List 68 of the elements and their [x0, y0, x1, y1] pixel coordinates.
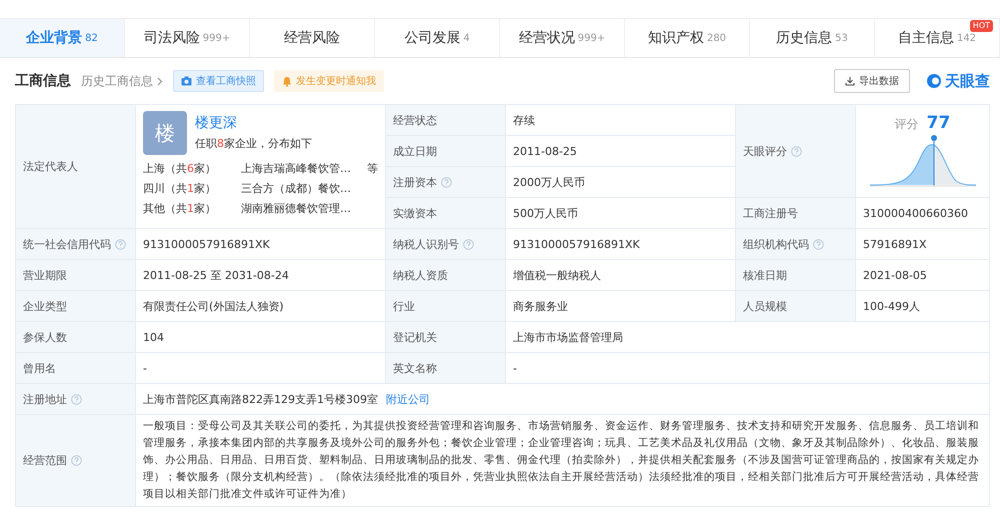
- field-label: 行业: [386, 291, 506, 322]
- field-label: 纳税人识别号: [386, 229, 506, 260]
- field-label: 曾用名: [16, 353, 136, 384]
- field-label: 纳税人资质: [386, 260, 506, 291]
- camera-icon: [181, 76, 192, 86]
- field-label: 参保人数: [16, 322, 136, 353]
- export-button[interactable]: 导出数据: [834, 69, 910, 93]
- tab[interactable]: 司法风险 999+: [125, 19, 250, 57]
- company-link[interactable]: 三合方（成都）餐饮…: [241, 179, 378, 199]
- help-icon[interactable]: [441, 176, 452, 188]
- field-label: 经营状态: [386, 105, 506, 136]
- help-icon[interactable]: [115, 238, 126, 250]
- company-link[interactable]: 湖南雅丽德餐饮管理…: [241, 199, 378, 219]
- tab[interactable]: 历史信息 53: [750, 19, 875, 57]
- field-label: 注册地址: [16, 384, 136, 415]
- help-icon[interactable]: [813, 238, 824, 250]
- help-icon[interactable]: [71, 455, 82, 466]
- field-value: 上海市市场监督管理局: [506, 322, 990, 353]
- field-label: 天眼评分: [736, 105, 856, 198]
- field-value: 上海市普陀区真南路822弄129支弄1号楼309室: [143, 392, 378, 406]
- download-icon: [845, 76, 855, 86]
- avatar: 楼: [143, 111, 187, 155]
- chevron-right-icon: [157, 76, 163, 86]
- hot-badge: HOT: [970, 20, 993, 32]
- field-label: 统一社会信用代码: [16, 229, 136, 260]
- field-label: 企业类型: [16, 291, 136, 322]
- field-value: 57916891X: [856, 229, 990, 260]
- tab[interactable]: 经营风险: [250, 19, 375, 57]
- help-icon[interactable]: [463, 238, 474, 250]
- field-label: 登记机关: [386, 322, 506, 353]
- help-icon[interactable]: [71, 394, 82, 404]
- tab[interactable]: 自主信息 142 HOT: [875, 19, 1000, 57]
- field-label: 法定代表人: [16, 105, 136, 229]
- field-value: 一般项目：受母公司及其关联公司的委托，为其提供投资经营管理和咨询服务、市场营销服务、资金运作、财务管理服务、技术支持和研究开发服务、信息服务、员工培训和管理服务，承接本集团内部的共享服务及境外公司的服务外包；餐饮企业管理；企业管理咨询；玩具、工艺美术品及礼仪用品（文物、象牙及其制品除外）、化妆品、服装服饰、办公用品、日用品、日用百货、塑料制品、日用玻璃制品的批发、零售、佣金代理（拍卖除外），并提供相关配套服务（不涉及国营可证管理商品的，按国家有关规定办理）；餐饮服务（限分支机构经营）。（除依法须经批准的项目外，凭营业执照依法自主开展经营活动）法须经批准的项目，经相关部门批准后方可开展经营活动，具体经营项目以相关部门批准文件或许可证件为准）: [136, 415, 990, 507]
- field-label: 营业期限: [16, 260, 136, 291]
- region-count: 上海（共6家）: [143, 161, 217, 177]
- company-link[interactable]: 上海吉瑞高峰餐饮管…: [241, 159, 361, 179]
- score-caption: 评分: [894, 116, 919, 133]
- field-label: 核准日期: [736, 260, 856, 291]
- field-label: 成立日期: [386, 136, 506, 167]
- nearby-link[interactable]: 附近公司: [386, 392, 430, 406]
- summary-text: 任职8家企业，分布如下: [195, 136, 312, 151]
- field-label: 工商注册号: [736, 198, 856, 229]
- help-icon[interactable]: [791, 146, 802, 156]
- field-label: 经营范围: [16, 415, 136, 507]
- field-label: 英文名称: [386, 353, 506, 384]
- brand-logo: 天眼查: [926, 72, 990, 90]
- tab[interactable]: 知识产权 280: [625, 19, 750, 57]
- tab[interactable]: 经营状况 999+: [500, 19, 625, 57]
- region-count: 其他（共1家）: [143, 201, 217, 217]
- bell-icon: [282, 76, 292, 86]
- field-value: -: [136, 353, 386, 384]
- more-text: 等: [367, 161, 378, 177]
- tab[interactable]: 企业背景 82: [0, 19, 125, 57]
- region-count: 四川（共1家）: [143, 181, 217, 197]
- field-label: 组织机构代码: [736, 229, 856, 260]
- person-link[interactable]: 楼更深: [195, 114, 312, 132]
- field-label: 实缴资本: [386, 198, 506, 229]
- field-label: 人员规模: [736, 291, 856, 322]
- field-value: 100-499人: [856, 291, 990, 322]
- field-label: 注册资本: [386, 167, 506, 198]
- field-value: -: [506, 353, 990, 384]
- section-title: 工商信息: [15, 72, 71, 90]
- score-value: 77: [926, 113, 950, 133]
- field-value: 310000400660360: [856, 198, 990, 229]
- history-link[interactable]: 历史工商信息: [81, 72, 163, 90]
- tab[interactable]: 公司发展 4: [375, 19, 500, 57]
- field-value: 2021-08-05: [856, 260, 990, 291]
